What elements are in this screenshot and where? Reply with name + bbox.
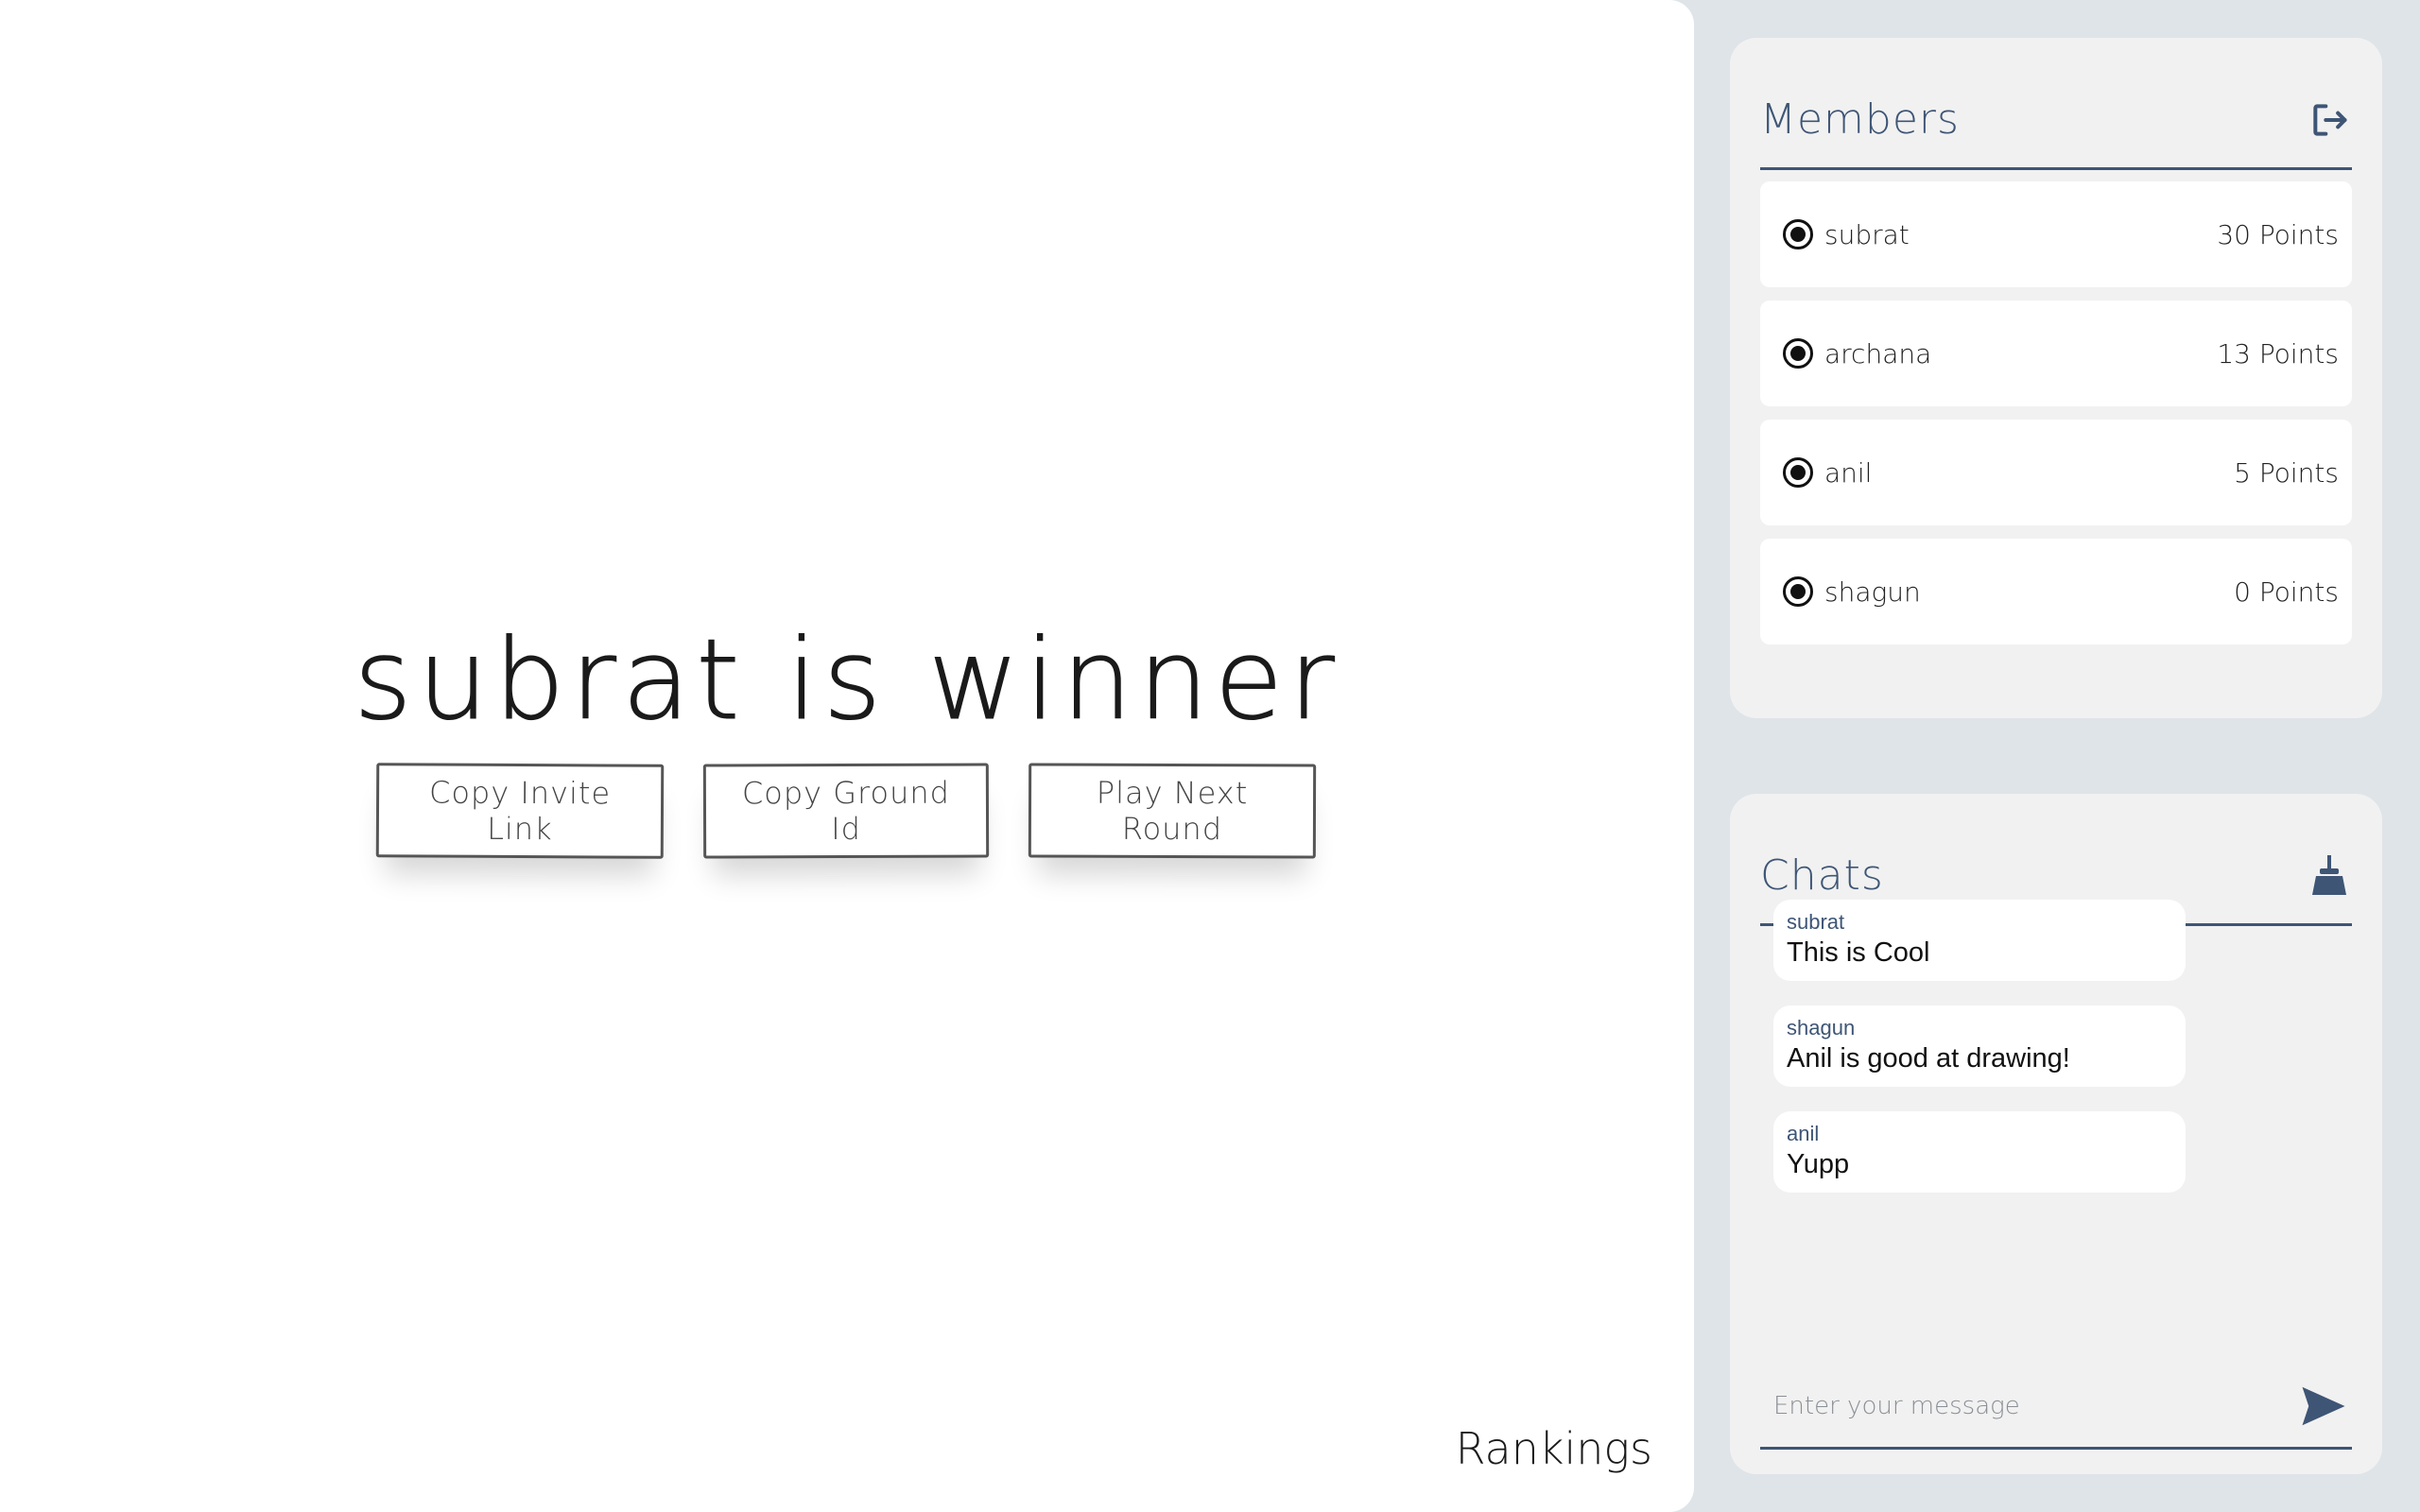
member-name: anil	[1824, 456, 1873, 489]
send-icon[interactable]	[2295, 1378, 2352, 1435]
member-name: shagun	[1824, 576, 1921, 608]
member-status-icon	[1783, 219, 1813, 249]
member-status-icon	[1783, 457, 1813, 488]
chat-message: subrat This is Cool	[1773, 900, 2186, 981]
member-status-icon	[1783, 576, 1813, 607]
member-points: 0 Points	[2234, 576, 2339, 608]
chats-title: Chats	[1760, 851, 1884, 900]
game-canvas[interactable]: subrat is winner Copy Invite Link Copy G…	[0, 0, 1694, 1512]
member-points: 5 Points	[2234, 456, 2339, 489]
chat-input-row	[1760, 1365, 2352, 1450]
exit-icon[interactable]	[2307, 97, 2352, 143]
chat-message-input[interactable]	[1760, 1377, 2295, 1435]
chat-message: shagun Anil is good at drawing!	[1773, 1005, 2186, 1087]
copy-ground-id-button[interactable]: Copy Ground Id	[702, 763, 990, 859]
chat-username: anil	[1787, 1122, 1820, 1145]
action-buttons: Copy Invite Link Copy Ground Id Play Nex…	[375, 763, 1317, 859]
chat-text: Anil is good at drawing!	[1787, 1043, 2070, 1074]
members-title: Members	[1760, 95, 1960, 144]
member-status-icon	[1783, 338, 1813, 369]
members-header: Members	[1760, 72, 2352, 170]
member-points: 30 Points	[2217, 218, 2339, 250]
member-row: anil 5 Points	[1760, 420, 2352, 525]
winner-title: subrat is winner	[354, 614, 1340, 746]
member-points: 13 Points	[2217, 337, 2339, 369]
rankings-link[interactable]: Rankings	[1456, 1423, 1652, 1474]
chat-username: shagun	[1787, 1016, 1856, 1040]
chat-list: subrat This is Cool shagun Anil is good …	[1773, 900, 2186, 1193]
chat-text: This is Cool	[1787, 937, 1930, 969]
play-next-round-button[interactable]: Play Next Round	[1028, 763, 1317, 859]
chats-panel: Chats subrat This is Cool shagun Anil is…	[1730, 794, 2382, 1474]
member-name: archana	[1824, 337, 1932, 369]
copy-invite-link-button[interactable]: Copy Invite Link	[375, 763, 665, 859]
member-list: subrat 30 Points archana 13 Points anil …	[1760, 181, 2352, 644]
members-panel: Members subrat 30 Points archana 13 Poin…	[1730, 38, 2382, 718]
chat-username: subrat	[1787, 910, 1845, 934]
member-row: archana 13 Points	[1760, 301, 2352, 406]
member-name: subrat	[1824, 218, 1910, 250]
member-row: subrat 30 Points	[1760, 181, 2352, 287]
chat-message: anil Yupp	[1773, 1111, 2186, 1193]
chat-text: Yupp	[1787, 1149, 1850, 1180]
member-row: shagun 0 Points	[1760, 539, 2352, 644]
broom-icon[interactable]	[2307, 853, 2352, 899]
